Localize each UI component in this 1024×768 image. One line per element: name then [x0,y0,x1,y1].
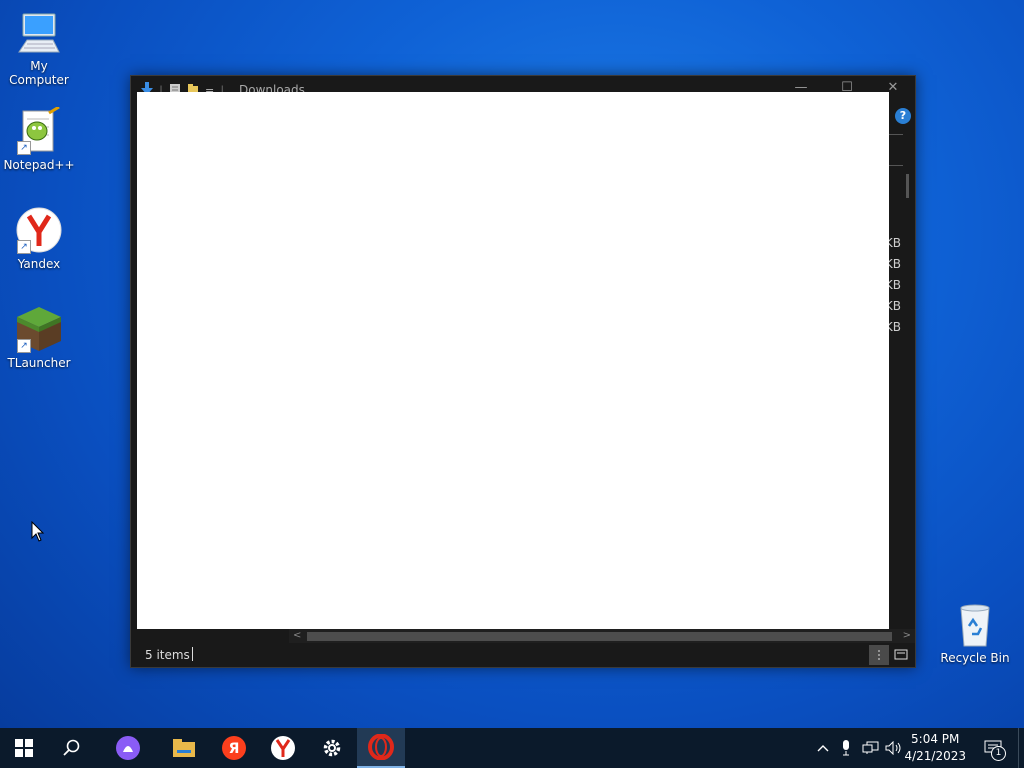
microphone-button[interactable] [838,728,854,768]
desktop-icon-label: Yandex [17,257,61,271]
desktop-icon-notepadpp[interactable]: ↗ Notepad++ [0,105,79,172]
status-bar: 5 items [131,643,915,667]
desktop-icon-tlauncher[interactable]: ↗ TLauncher [0,305,79,370]
opera-icon [368,734,394,760]
search-button[interactable] [48,728,96,768]
alice-icon [116,736,140,760]
yandex-icon: Я [222,736,246,760]
search-box[interactable] [888,134,903,166]
shortcut-arrow-icon: ↗ [17,339,31,353]
desktop-icon-label: Recycle Bin [940,651,1010,665]
yandex-browser-button[interactable] [259,728,307,768]
desktop-icon-label: Notepad++ [3,158,75,172]
white-overlay-panel [137,92,889,629]
file-explorer-button[interactable] [160,728,208,768]
horizontal-scrollbar[interactable]: < > [289,629,915,643]
item-count: 5 items [145,648,190,662]
large-icons-view-button[interactable] [891,645,911,665]
clock[interactable]: 5:04 PM 4/21/2023 [904,731,966,765]
desktop-icon-label: TLauncher [7,356,71,370]
chevron-up-icon [817,745,829,752]
clock-date: 4/21/2023 [904,749,966,763]
clock-time: 5:04 PM [911,732,960,746]
horizontal-scrollbar-thumb[interactable] [307,632,892,641]
vertical-scrollbar-thumb[interactable] [906,174,909,198]
mouse-cursor-icon [31,520,45,547]
yandex-browser-icon: ↗ [15,206,63,254]
status-cursor [192,647,193,661]
svg-text:Я: Я [229,741,240,757]
start-button[interactable] [0,728,48,768]
shortcut-arrow-icon: ↗ [17,141,31,155]
volume-icon [885,741,901,755]
desktop-icon-yandex[interactable]: ↗ Yandex [0,206,79,271]
taskbar: Я 5:04 PM 4/21/2023 1 [0,728,1024,768]
yandex-button[interactable]: Я [210,728,258,768]
shortcut-arrow-icon: ↗ [17,240,31,254]
large-icons-view-icon [894,649,908,660]
opera-button[interactable] [357,728,405,768]
settings-button[interactable] [308,728,356,768]
microphone-icon [843,740,849,756]
volume-button[interactable] [884,728,904,768]
scroll-left-icon[interactable]: < [293,629,301,643]
help-icon[interactable]: ? [895,108,911,124]
settings-icon [323,739,341,757]
file-explorer-icon [173,739,195,757]
show-desktop-button[interactable] [1018,728,1024,768]
search-icon [63,739,80,756]
notepadpp-icon: ↗ [15,105,63,155]
yandex-browser-icon [271,736,295,760]
show-hidden-icons-button[interactable] [814,728,832,768]
network-button[interactable] [860,728,882,768]
explorer-window[interactable]: | = | Downloads — ☐ ✕ ? KB KB KB KB KB <… [130,75,916,668]
desktop-icon-my-computer[interactable]: My Computer [0,8,79,87]
notification-count-badge: 1 [991,746,1006,761]
computer-icon [15,8,63,56]
start-icon [15,739,33,757]
desktop-icon-recycle-bin[interactable]: Recycle Bin [940,600,1010,665]
scroll-right-icon[interactable]: > [903,629,911,643]
tlauncher-icon: ↗ [15,305,63,353]
details-view-button[interactable] [869,645,889,665]
desktop-icon-label: My Computer [9,59,69,87]
details-view-icon [878,650,880,660]
alice-button[interactable] [104,728,152,768]
recycle-bin-icon [951,600,999,648]
network-icon [862,741,879,754]
action-center-button[interactable]: 1 [978,728,1008,768]
